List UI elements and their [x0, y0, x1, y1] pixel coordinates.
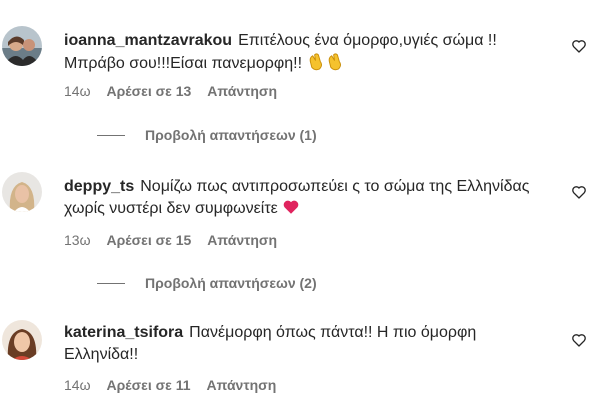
view-replies-label: Προβολή απαντήσεων (2) [145, 275, 317, 291]
comment-timestamp[interactable]: 14ω [64, 377, 91, 393]
red-heart-emoji-icon [282, 198, 300, 223]
comment-username[interactable]: katerina_tsifora [64, 324, 183, 341]
view-replies-label: Προβολή απαντήσεων (1) [145, 127, 317, 143]
comment-timestamp[interactable]: 14ω [64, 83, 91, 99]
likes-count[interactable]: Αρέσει σε 15 [107, 232, 192, 248]
avatar[interactable] [2, 320, 42, 360]
comment-meta: 13ω Αρέσει σε 15 Απάντηση [64, 232, 277, 248]
replies-divider [97, 134, 125, 136]
replies-divider [97, 282, 125, 284]
avatar[interactable] [2, 172, 42, 212]
reply-button[interactable]: Απάντηση [207, 377, 277, 393]
comment-body: katerina_tsifora Πανέμορφη όπως πάντα!! Η… [64, 322, 544, 366]
comment-username[interactable]: ioanna_mantzavrakou [64, 32, 232, 49]
comment-body: deppy_ts Νομίζω πως αντιπροσωπεύει ς το σ… [64, 176, 544, 223]
likes-count[interactable]: Αρέσει σε 13 [107, 83, 192, 99]
clapping-hands-emoji-icon [326, 52, 345, 78]
avatar[interactable] [2, 26, 42, 66]
likes-count[interactable]: Αρέσει σε 11 [107, 377, 191, 393]
comment-username[interactable]: deppy_ts [64, 178, 134, 195]
heart-outline-icon[interactable] [571, 332, 587, 348]
comment-timestamp[interactable]: 13ω [64, 232, 91, 248]
reply-button[interactable]: Απάντηση [207, 83, 277, 99]
view-replies-button[interactable]: Προβολή απαντήσεων (1) [97, 127, 317, 143]
heart-outline-icon[interactable] [571, 184, 587, 200]
comment-meta: 14ω Αρέσει σε 13 Απάντηση [64, 83, 277, 99]
heart-outline-icon[interactable] [571, 38, 587, 54]
clapping-hands-emoji-icon [307, 52, 326, 78]
comment-meta: 14ω Αρέσει σε 11 Απάντηση [64, 377, 276, 393]
reply-button[interactable]: Απάντηση [207, 232, 277, 248]
view-replies-button[interactable]: Προβολή απαντήσεων (2) [97, 275, 317, 291]
comment-body: ioanna_mantzavrakou Επιτέλους ένα όμορφο,… [64, 30, 544, 78]
